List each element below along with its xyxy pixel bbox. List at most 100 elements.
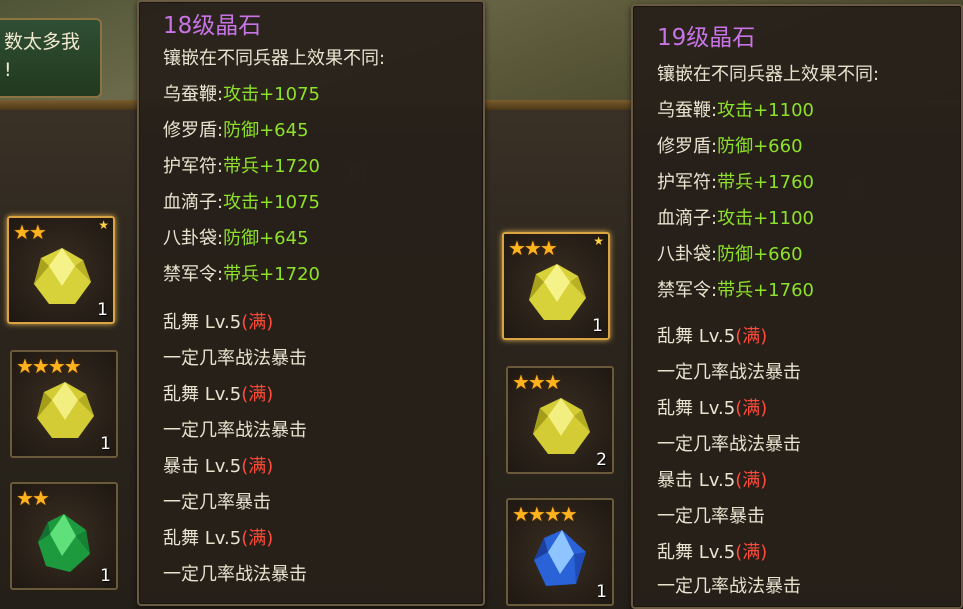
tooltip-intro: 镶嵌在不同兵器上效果不同: [163, 48, 386, 69]
skill-name: 暴击 Lv.5 [657, 470, 736, 491]
weapon-effect-line: 修罗盾:防御+660 [657, 132, 803, 158]
yellow-crystal-icon [529, 264, 586, 320]
item-tooltip-19: 19级晶石 镶嵌在不同兵器上效果不同: 乌蚕鞭:攻击+1100 修罗盾:防御+6… [631, 4, 963, 609]
yellow-crystal-icon [533, 398, 590, 454]
star-rating: ★★★★ [512, 502, 578, 526]
small-star-icon: ★ [98, 218, 109, 232]
green-crystal-icon [38, 514, 90, 572]
npc-dialog-fragment: 数太多我 ! [0, 18, 102, 98]
skill-line: 乱舞 Lv.5(满) [163, 308, 273, 334]
weapon-name: 禁军令: [163, 264, 224, 285]
star-rating: ★★ [13, 220, 47, 244]
skill-line: 暴击 Lv.5(满) [657, 466, 767, 492]
yellow-crystal-icon [34, 248, 91, 304]
skill-max-status: (满) [241, 384, 274, 405]
weapon-effect: 防御+660 [717, 136, 803, 157]
skill-name: 乱舞 Lv.5 [163, 384, 242, 405]
weapon-name: 修罗盾: [657, 136, 718, 157]
skill-name: 乱舞 Lv.5 [657, 542, 736, 563]
tooltip-title: 19级晶石 [657, 25, 756, 51]
weapon-name: 血滴子: [163, 192, 224, 213]
skill-max-status: (满) [241, 528, 274, 549]
inventory-slot[interactable]: ★★★ ★ 1 [502, 232, 610, 340]
weapon-effect: 带兵+1720 [223, 264, 320, 285]
weapon-effect-line: 血滴子:攻击+1075 [163, 188, 320, 214]
skill-description: 一定几率战法暴击 [163, 420, 307, 441]
skill-description: 一定几率战法暴击 [657, 576, 801, 597]
skill-max-status: (满) [241, 312, 274, 333]
skill-line: 乱舞 Lv.5(满) [163, 524, 273, 550]
skill-line: 暴击 Lv.5(满) [163, 452, 273, 478]
item-count: 2 [596, 450, 607, 470]
inventory-slot[interactable]: ★★★★ 1 [506, 498, 614, 606]
weapon-effect: 攻击+1075 [223, 192, 320, 213]
skill-max-status: (满) [735, 326, 768, 347]
weapon-effect-line: 护军符:带兵+1720 [163, 152, 320, 178]
weapon-effect: 攻击+1100 [717, 100, 814, 121]
weapon-effect-line: 禁军令:带兵+1760 [657, 276, 814, 302]
weapon-name: 八卦袋: [657, 244, 718, 265]
skill-line: 乱舞 Lv.5(满) [657, 394, 767, 420]
item-count: 1 [97, 300, 108, 320]
weapon-name: 乌蚕鞭: [657, 100, 718, 121]
item-count: 1 [100, 566, 111, 586]
weapon-effect-line: 修罗盾:防御+645 [163, 116, 309, 142]
skill-description: 一定几率战法暴击 [163, 564, 307, 585]
skill-max-status: (满) [735, 542, 768, 563]
star-rating: ★★★ [508, 236, 558, 260]
weapon-effect: 带兵+1760 [717, 172, 814, 193]
skill-max-status: (满) [735, 398, 768, 419]
yellow-crystal-icon [37, 382, 94, 438]
item-count: 1 [596, 582, 607, 602]
weapon-name: 禁军令: [657, 280, 718, 301]
skill-name: 乱舞 Lv.5 [657, 398, 736, 419]
weapon-name: 乌蚕鞭: [163, 84, 224, 105]
skill-description: 一定几率战法暴击 [657, 434, 801, 455]
weapon-name: 护军符: [657, 172, 718, 193]
weapon-effect: 防御+645 [223, 228, 309, 249]
star-rating: ★★ [16, 486, 50, 510]
skill-description: 一定几率暴击 [163, 492, 271, 513]
item-count: 1 [100, 434, 111, 454]
blue-crystal-icon [534, 530, 586, 586]
skill-name: 暴击 Lv.5 [163, 456, 242, 477]
tooltip-intro: 镶嵌在不同兵器上效果不同: [657, 64, 880, 85]
inventory-slot[interactable]: ★★ 1 [10, 482, 118, 590]
skill-line: 乱舞 Lv.5(满) [657, 322, 767, 348]
dialog-line: ! [4, 59, 12, 81]
weapon-effect: 攻击+1100 [717, 208, 814, 229]
skill-max-status: (满) [241, 456, 274, 477]
weapon-effect: 防御+645 [223, 120, 309, 141]
tooltip-title: 18级晶石 [163, 13, 262, 39]
weapon-effect-line: 八卦袋:防御+645 [163, 224, 309, 250]
skill-description: 一定几率战法暴击 [657, 362, 801, 383]
weapon-effect-line: 乌蚕鞭:攻击+1075 [163, 80, 320, 106]
weapon-name: 修罗盾: [163, 120, 224, 141]
star-rating: ★★★ [512, 370, 562, 394]
item-count: 1 [592, 316, 603, 336]
inventory-slot[interactable]: ★★★★ 1 [10, 350, 118, 458]
skill-name: 乱舞 Lv.5 [163, 312, 242, 333]
weapon-name: 八卦袋: [163, 228, 224, 249]
skill-name: 乱舞 Lv.5 [163, 528, 242, 549]
skill-max-status: (满) [735, 470, 768, 491]
skill-line: 乱舞 Lv.5(满) [657, 538, 767, 564]
inventory-slot[interactable]: ★★★ 2 [506, 366, 614, 474]
star-rating: ★★★★ [16, 354, 82, 378]
item-tooltip-18: 18级晶石 镶嵌在不同兵器上效果不同: 乌蚕鞭:攻击+1075 修罗盾:防御+6… [137, 0, 485, 606]
weapon-effect-line: 护军符:带兵+1760 [657, 168, 814, 194]
weapon-name: 血滴子: [657, 208, 718, 229]
small-star-icon: ★ [593, 234, 604, 248]
weapon-effect: 带兵+1760 [717, 280, 814, 301]
weapon-effect-line: 禁军令:带兵+1720 [163, 260, 320, 286]
skill-name: 乱舞 Lv.5 [657, 326, 736, 347]
weapon-effect: 防御+660 [717, 244, 803, 265]
skill-line: 乱舞 Lv.5(满) [163, 380, 273, 406]
weapon-name: 护军符: [163, 156, 224, 177]
weapon-effect: 带兵+1720 [223, 156, 320, 177]
skill-description: 一定几率战法暴击 [163, 348, 307, 369]
weapon-effect-line: 乌蚕鞭:攻击+1100 [657, 96, 814, 122]
inventory-slot[interactable]: ★★ ★ 1 [7, 216, 115, 324]
dialog-line: 数太多我 [4, 31, 81, 53]
weapon-effect-line: 八卦袋:防御+660 [657, 240, 803, 266]
